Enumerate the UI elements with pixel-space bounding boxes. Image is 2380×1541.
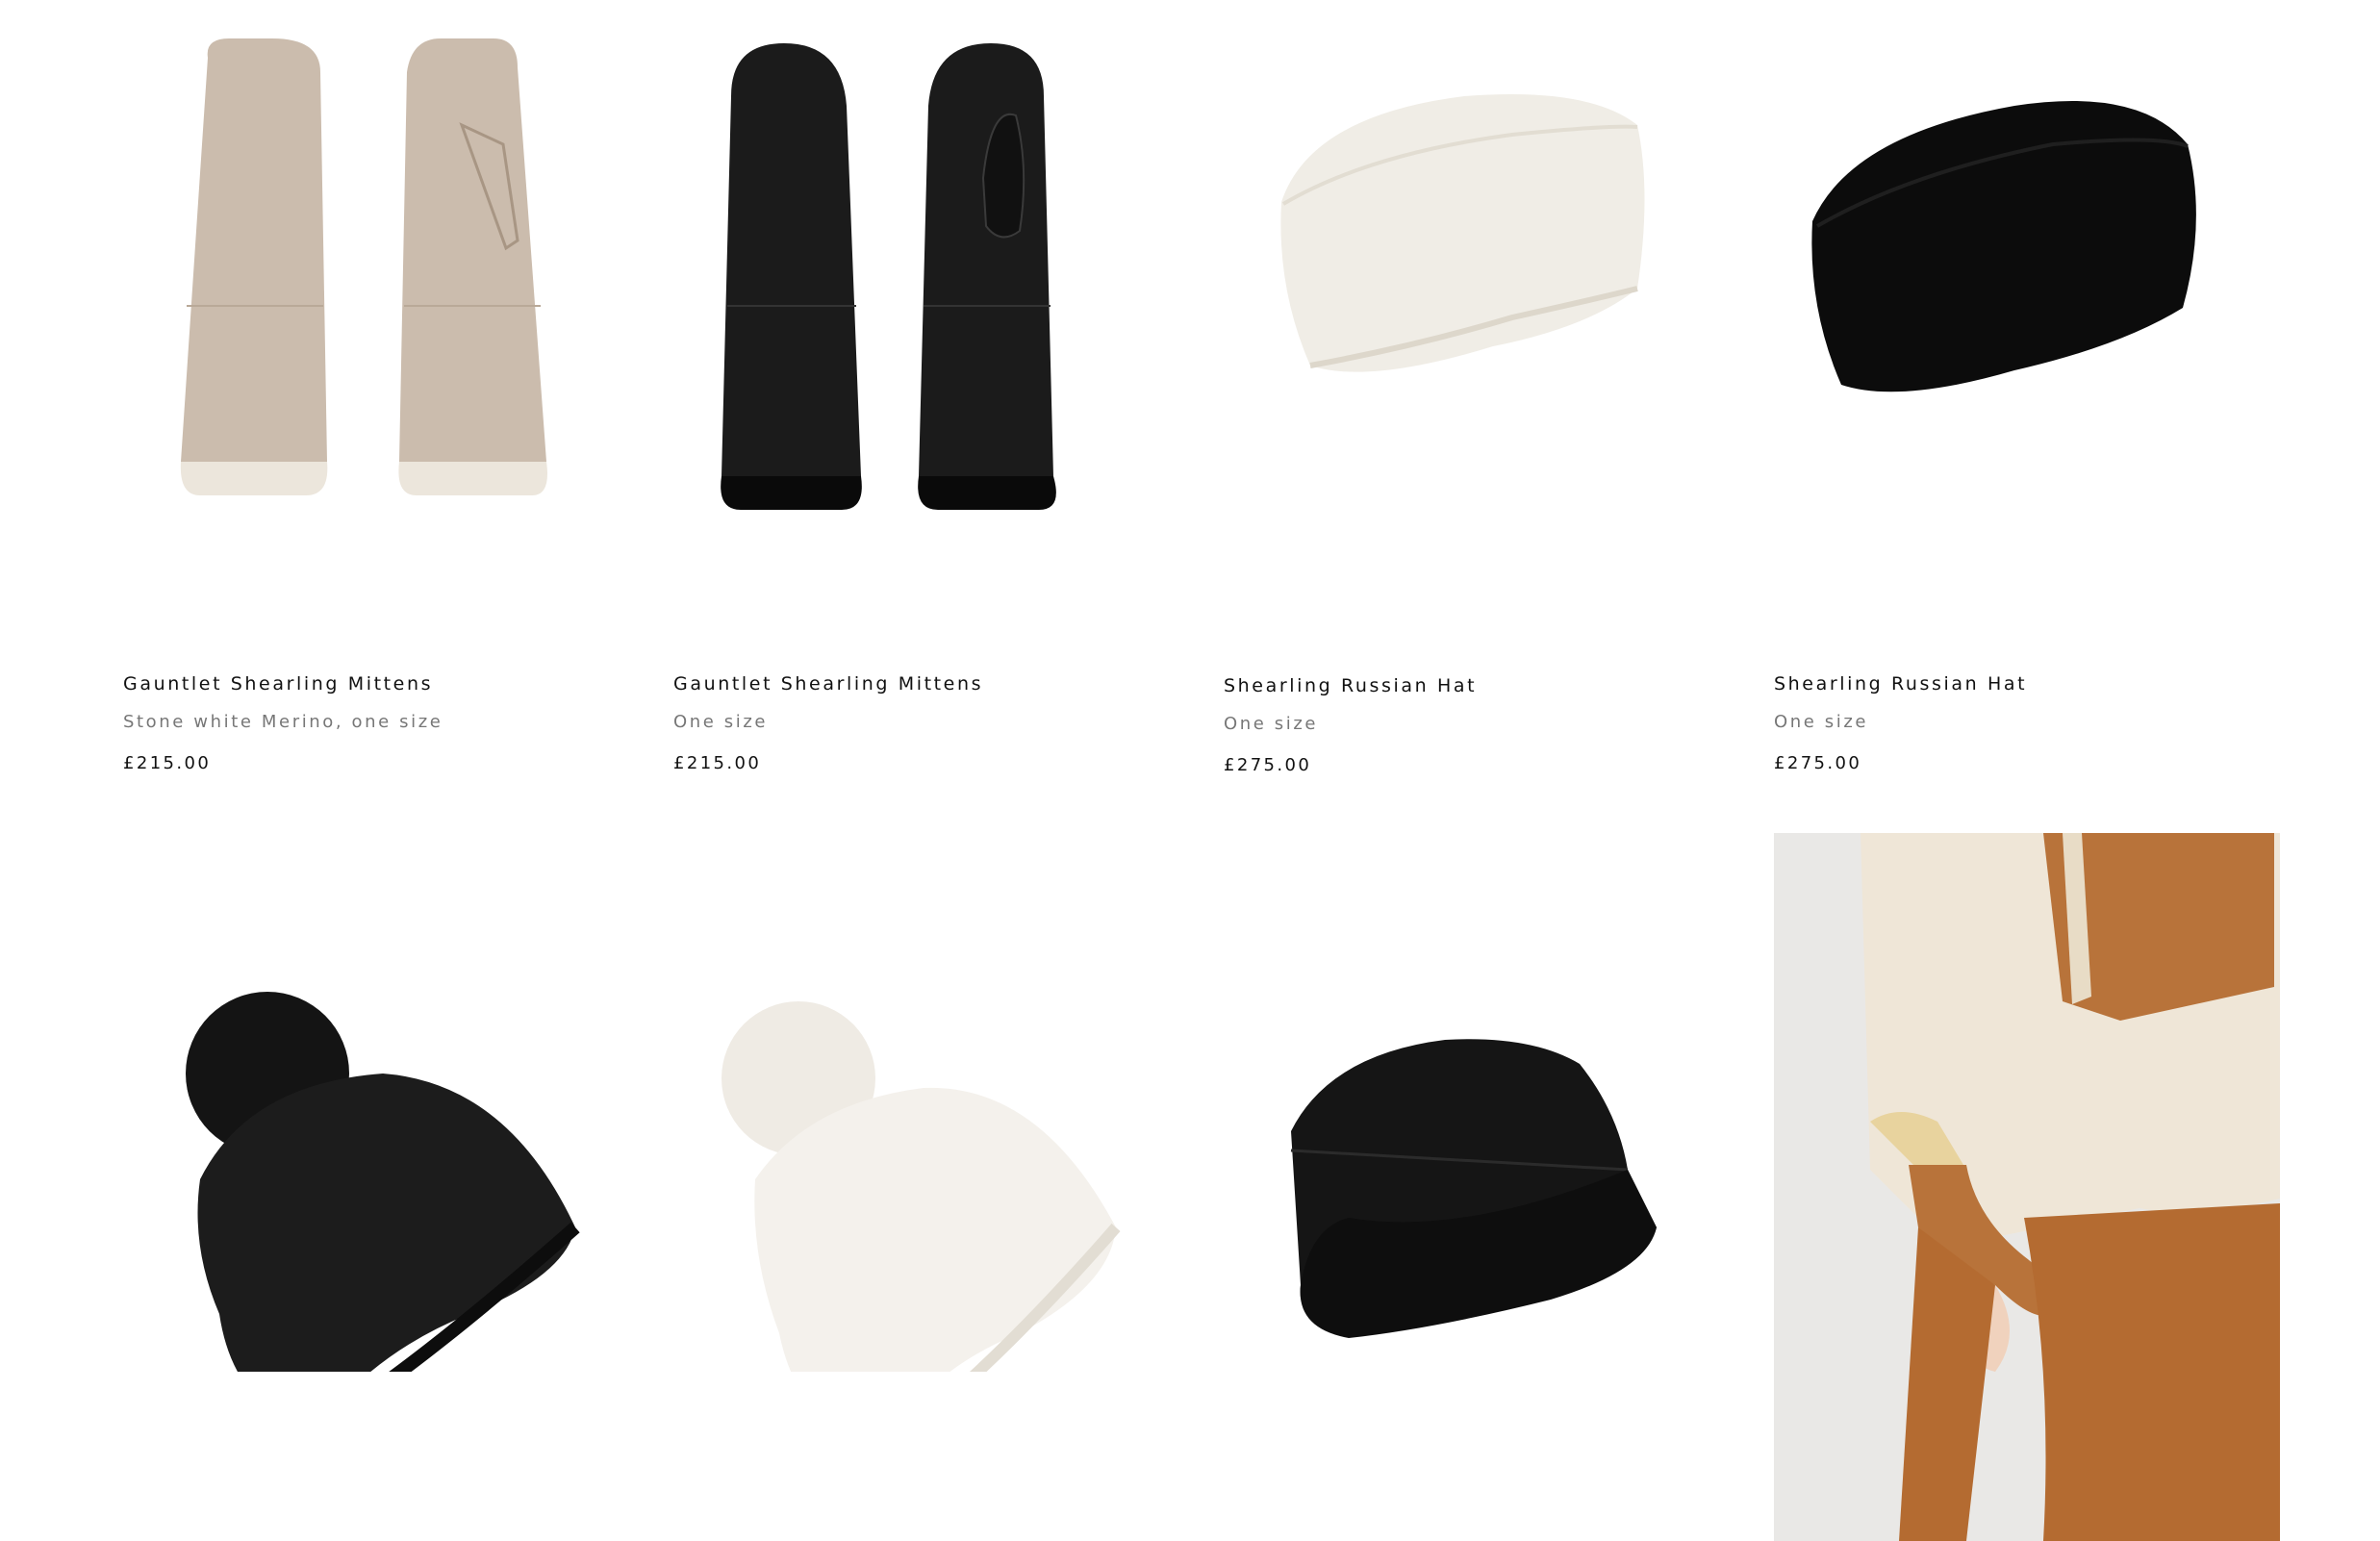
product-name[interactable]: Gauntlet Shearling Mittens	[673, 673, 983, 695]
product-price: £275.00	[1224, 755, 1312, 775]
product-variant: One size	[673, 712, 769, 732]
product-price: £275.00	[1774, 753, 1862, 773]
lifestyle-model-photo[interactable]	[1774, 833, 2280, 1541]
product-name[interactable]: Gauntlet Shearling Mittens	[123, 673, 443, 695]
product-price: £215.00	[123, 753, 212, 773]
product-price: £215.00	[673, 753, 762, 773]
product-variant: One size	[1224, 714, 1319, 734]
black-bucket-hat-image[interactable]	[1224, 833, 1734, 1372]
product-variant: Stone white Merino, one size	[123, 712, 443, 732]
black-pompom-beanie-image[interactable]	[123, 833, 633, 1372]
product-name[interactable]: Shearling Russian Hat	[1224, 675, 1477, 696]
black-fur-hat-image[interactable]	[1774, 0, 2284, 539]
black-mittens-image[interactable]	[673, 0, 1183, 539]
beige-mittens-image[interactable]	[123, 0, 633, 539]
white-pompom-beanie-image[interactable]	[673, 833, 1183, 1372]
product-name[interactable]: Shearling Russian Hat	[1774, 673, 2027, 695]
product-variant: One size	[1774, 712, 1869, 732]
white-fur-hat-image[interactable]	[1224, 0, 1734, 539]
